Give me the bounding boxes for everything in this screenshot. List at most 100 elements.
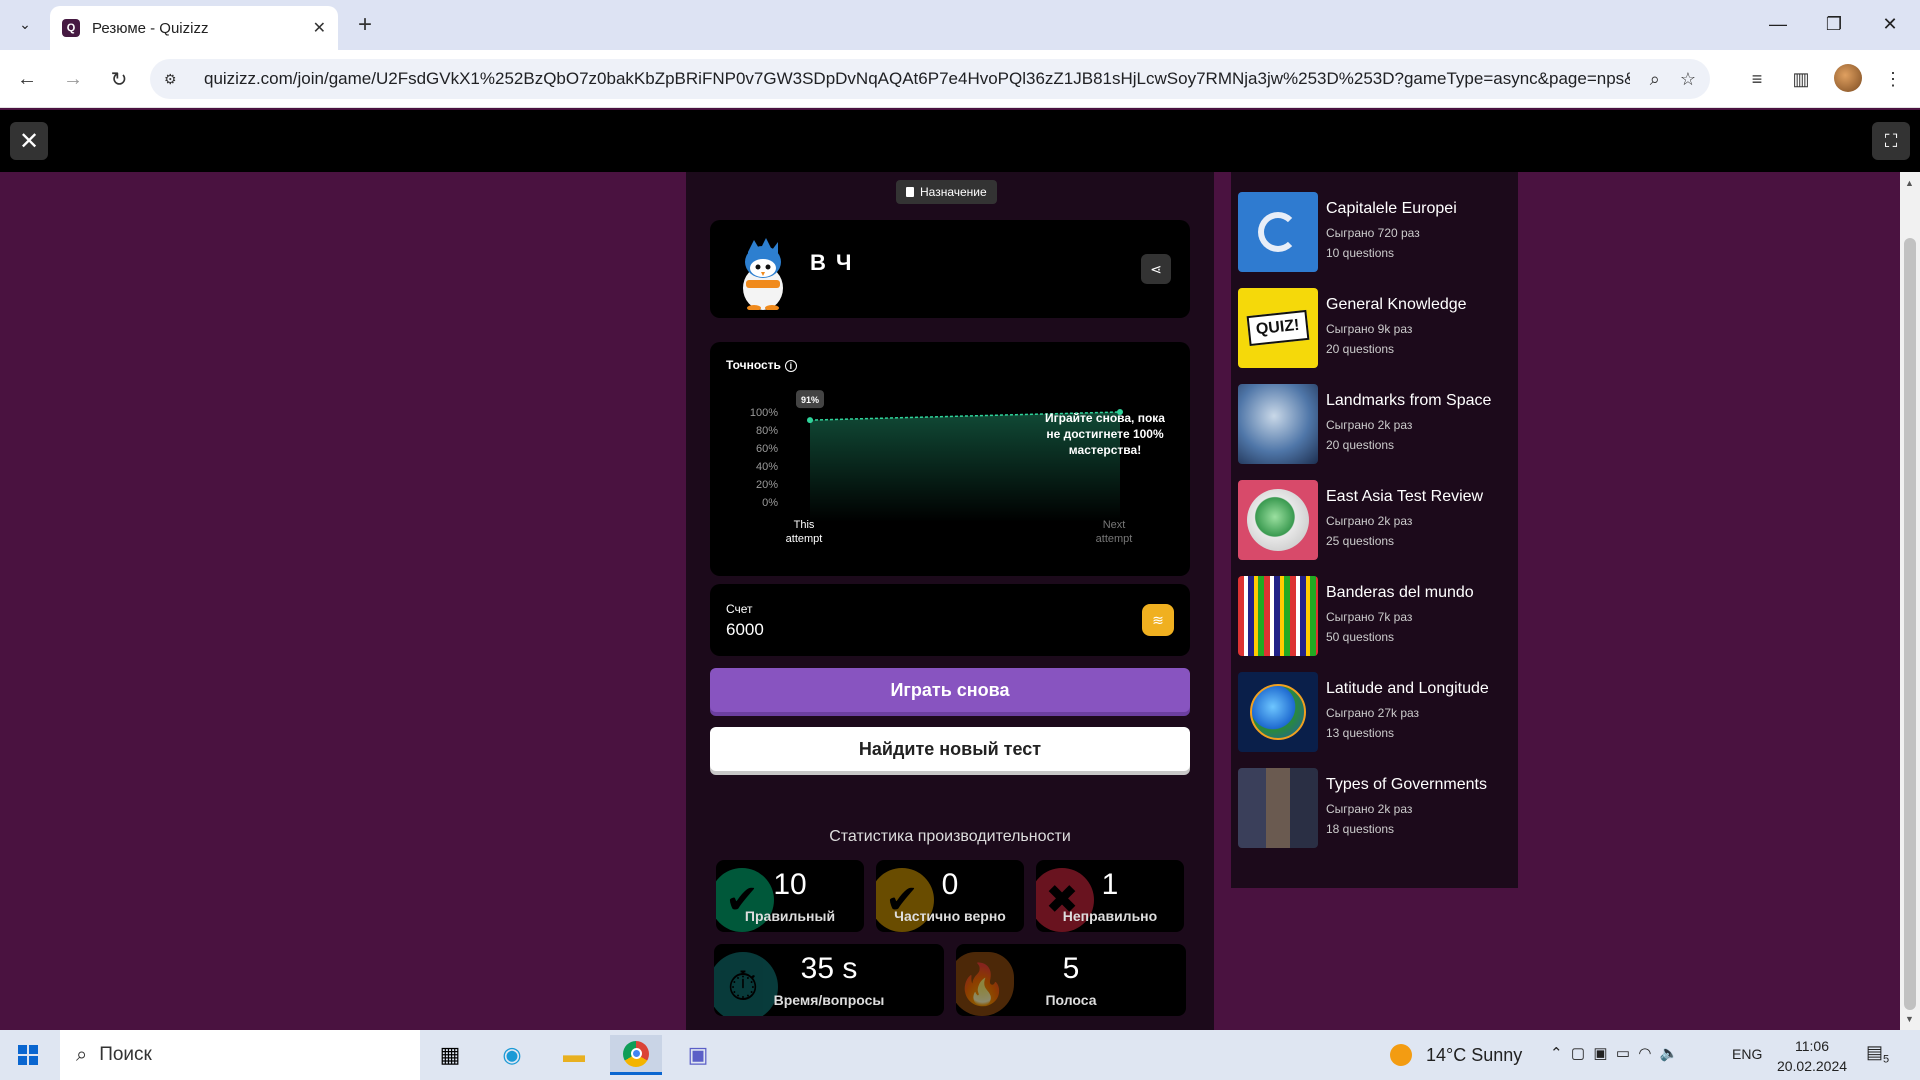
url-omnibox[interactable]: ⚙ quizizz.com/join/game/U2FsdGVkX1%252Bz… bbox=[150, 59, 1710, 99]
scroll-up-icon[interactable]: ▲ bbox=[1905, 178, 1914, 188]
clock-date: 20.02.2024 bbox=[1776, 1058, 1848, 1074]
player-name: В Ч bbox=[810, 250, 854, 275]
rec-item[interactable]: QUIZ! General Knowledge Сыграно 9k раз 2… bbox=[1238, 288, 1508, 368]
rec-item[interactable]: East Asia Test Review Сыграно 2k раз 25 … bbox=[1238, 480, 1508, 560]
rec-questions: 20 questions bbox=[1326, 342, 1395, 356]
taskbar-search-text: Поиск bbox=[99, 1044, 152, 1065]
notification-count: 5 bbox=[1883, 1053, 1890, 1066]
assignment-tag-label: Назначение bbox=[920, 185, 987, 199]
tab-title: Резюме - Quizizz bbox=[92, 19, 209, 37]
rec-title: Latitude and Longitude bbox=[1326, 680, 1489, 697]
rec-thumbnail bbox=[1238, 192, 1318, 272]
task-view-icon[interactable]: ▦ bbox=[424, 1035, 476, 1075]
file-explorer-icon[interactable]: ▬ bbox=[548, 1035, 600, 1075]
rec-thumbnail bbox=[1238, 480, 1318, 560]
x-tick-label: This bbox=[794, 519, 815, 531]
rec-thumbnail bbox=[1238, 384, 1318, 464]
coins-icon: ≋ bbox=[1142, 604, 1174, 636]
y-tick-label: 20% bbox=[756, 479, 778, 491]
rec-plays: Сыграно 2k раз bbox=[1326, 514, 1413, 528]
browser-tab[interactable]: Q Резюме - Quizizz ✕ bbox=[50, 6, 338, 50]
share-icon[interactable]: ⋖ bbox=[1141, 254, 1171, 284]
quiz-close-icon[interactable]: ✕ bbox=[10, 122, 48, 160]
notifications-icon[interactable]: ▤5 bbox=[1866, 1042, 1889, 1066]
x-tick-label: attempt bbox=[1096, 533, 1133, 545]
stat-partial-value: 0 bbox=[941, 868, 959, 901]
rec-item[interactable]: Capitalele Europei Сыграно 720 раз 10 qu… bbox=[1238, 192, 1508, 272]
rec-questions: 18 questions bbox=[1326, 822, 1395, 836]
taskbar-search[interactable]: ⌕ Поиск bbox=[60, 1030, 420, 1080]
score-value: 6000 bbox=[726, 620, 764, 639]
profile-avatar[interactable] bbox=[1834, 64, 1862, 92]
clock-time: 11:06 bbox=[1795, 1038, 1829, 1054]
teams-icon[interactable]: ▣ bbox=[672, 1035, 724, 1075]
edge-browser-icon[interactable]: ◉ bbox=[486, 1035, 538, 1075]
bookmark-star-icon[interactable]: ☆ bbox=[1680, 69, 1696, 90]
site-settings-icon[interactable]: ⚙ bbox=[164, 71, 186, 88]
stat-time: ⏱ 35 s Время/вопросы bbox=[714, 944, 944, 1016]
media-control-icon[interactable]: ≡ bbox=[1742, 64, 1772, 94]
url-text[interactable]: quizizz.com/join/game/U2FsdGVkX1%252BzQb… bbox=[204, 69, 1630, 89]
scroll-down-icon[interactable]: ▼ bbox=[1905, 1014, 1914, 1024]
x-tick-label: Next bbox=[1103, 519, 1126, 531]
forward-arrow-icon[interactable]: → bbox=[58, 64, 88, 94]
rec-thumbnail bbox=[1238, 576, 1318, 656]
summary-panel: Назначение В Ч ⋖ Точность i 100% 80% 60% 40%… bbox=[686, 172, 1214, 1030]
windows-start-icon[interactable] bbox=[18, 1045, 38, 1065]
tab-search-chevron-icon[interactable]: ⌄ bbox=[10, 9, 40, 39]
rec-item[interactable]: Landmarks from Space Сыграно 2k раз 20 q… bbox=[1238, 384, 1508, 464]
browser-tab-bar: ⌄ Q Резюме - Quizizz ✕ + — ❐ ✕ bbox=[0, 0, 1920, 50]
language-indicator[interactable]: ENG bbox=[1732, 1046, 1762, 1062]
accuracy-point bbox=[807, 417, 813, 424]
rec-thumbnail bbox=[1238, 672, 1318, 752]
rec-item[interactable]: Types of Governments Сыграно 2k раз 18 q… bbox=[1238, 768, 1508, 848]
chrome-icon[interactable] bbox=[610, 1035, 662, 1075]
rec-title: East Asia Test Review bbox=[1326, 488, 1484, 505]
side-panel-icon[interactable]: ▥ bbox=[1786, 64, 1816, 94]
rec-title: General Knowledge bbox=[1326, 296, 1467, 313]
restore-icon[interactable]: ❐ bbox=[1814, 8, 1854, 40]
quizizz-favicon: Q bbox=[62, 19, 80, 37]
rec-item[interactable]: Latitude and Longitude Сыграно 27k раз 1… bbox=[1238, 672, 1508, 752]
stat-correct-label: Правильный bbox=[744, 908, 836, 924]
accuracy-card: Точность i 100% 80% 60% 40% 20% 0% 91% This attem… bbox=[710, 342, 1190, 576]
tab-close-icon[interactable]: ✕ bbox=[313, 18, 326, 38]
stat-streak-label: Полоса bbox=[1045, 992, 1097, 1008]
play-again-button[interactable]: Играть снова bbox=[710, 668, 1190, 712]
stats-title: Статистика производительности bbox=[829, 828, 1071, 845]
chrome-menu-icon[interactable]: ⋮ bbox=[1878, 64, 1908, 94]
fullscreen-icon[interactable]: ⛶ bbox=[1872, 122, 1910, 160]
scroll-thumb[interactable] bbox=[1904, 238, 1916, 1010]
clock[interactable]: 11:06 20.02.2024 bbox=[1772, 1036, 1852, 1076]
stat-incorrect-value: 1 bbox=[1101, 868, 1119, 901]
rec-plays: Сыграно 27k раз bbox=[1326, 706, 1420, 720]
rec-questions: 50 questions bbox=[1326, 630, 1395, 644]
rec-title: Capitalele Europei bbox=[1326, 200, 1457, 217]
y-tick-label: 40% bbox=[756, 461, 778, 473]
weather-text: 14°C Sunny bbox=[1426, 1044, 1523, 1065]
rec-title: Types of Governments bbox=[1326, 776, 1487, 793]
reload-icon[interactable]: ↻ bbox=[104, 64, 134, 94]
search-icon: ⌕ bbox=[76, 1043, 88, 1066]
score-card: Счет 6000 ≋ bbox=[710, 584, 1190, 656]
rec-questions: 13 questions bbox=[1326, 726, 1395, 740]
new-tab-plus-icon[interactable]: + bbox=[350, 10, 380, 40]
weather-widget[interactable]: 14°C Sunny bbox=[1390, 1044, 1522, 1066]
stat-streak: 🔥 5 Полоса bbox=[956, 944, 1186, 1016]
rec-plays: Сыграно 2k раз bbox=[1326, 418, 1413, 432]
point-label: 91% bbox=[801, 395, 819, 405]
page-scrollbar[interactable]: ▲ ▼ bbox=[1900, 172, 1920, 1030]
stat-incorrect: ✖ 1 Неправильно bbox=[1036, 860, 1184, 932]
accuracy-message: Играйте снова, пока не достигнете 100% м… bbox=[1045, 411, 1165, 457]
stat-time-label: Время/вопросы bbox=[773, 992, 885, 1008]
system-tray[interactable]: ⌃ ▢ ▣ ▭ ◠ 🔈 bbox=[1550, 1044, 1679, 1062]
zoom-icon[interactable]: ⌕ bbox=[1650, 69, 1660, 90]
document-icon bbox=[906, 187, 914, 197]
window-close-icon[interactable]: ✕ bbox=[1870, 8, 1910, 40]
minimize-icon[interactable]: — bbox=[1758, 8, 1798, 40]
rec-item[interactable]: Banderas del mundo Сыграно 7k раз 50 que… bbox=[1238, 576, 1508, 656]
back-arrow-icon[interactable]: ← bbox=[12, 64, 42, 94]
rec-title: Landmarks from Space bbox=[1326, 392, 1492, 409]
find-new-quiz-button[interactable]: Найдите новый тест bbox=[710, 727, 1190, 771]
x-tick-label: attempt bbox=[786, 533, 823, 545]
